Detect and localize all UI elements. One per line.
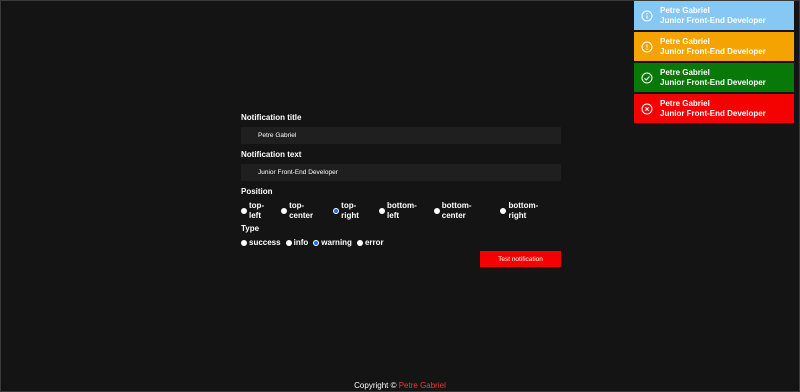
warning-icon [634, 41, 660, 53]
radio-dot[interactable] [241, 208, 247, 214]
type-label: Type [241, 224, 260, 233]
title-input[interactable]: Petre Gabriel [241, 127, 561, 144]
toast-title: Petre Gabriel [660, 98, 710, 108]
radio-top-right[interactable]: top-right [333, 201, 374, 221]
text-label: Notification text [241, 150, 302, 159]
radio-bottom-left[interactable]: bottom-left [379, 201, 429, 221]
position-radio-group: top-left top-center top-right bottom-lef… [241, 201, 561, 221]
type-radio-group: success info warning error [241, 238, 561, 248]
toast-title: Petre Gabriel [660, 67, 710, 77]
toast-text: Junior Front-End Developer [660, 15, 766, 25]
radio-dot[interactable] [241, 240, 247, 246]
text-input[interactable]: Junior Front-End Developer [241, 164, 561, 181]
radio-dot[interactable] [379, 208, 386, 214]
toast-error[interactable]: Petre Gabriel Junior Front-End Developer [634, 94, 794, 123]
author-link[interactable]: Petre Gabriel [399, 381, 446, 390]
footer: Copyright © Petre Gabriel [1, 381, 799, 390]
toast-warning[interactable]: Petre Gabriel Junior Front-End Developer [634, 32, 794, 61]
copyright-text: Copyright © [354, 381, 399, 390]
toast-info[interactable]: Petre Gabriel Junior Front-End Developer [634, 1, 794, 30]
notification-form: Notification title Petre Gabriel Notific… [241, 113, 561, 267]
toast-text: Junior Front-End Developer [660, 77, 766, 87]
position-label: Position [241, 187, 273, 196]
toast-text: Junior Front-End Developer [660, 108, 766, 118]
notification-stack: Petre Gabriel Junior Front-End Developer… [634, 1, 794, 125]
radio-dot-checked[interactable] [313, 240, 320, 246]
toast-success[interactable]: Petre Gabriel Junior Front-End Developer [634, 63, 794, 92]
radio-dot[interactable] [356, 240, 363, 246]
check-icon [634, 72, 660, 84]
radio-bottom-center[interactable]: bottom-center [433, 201, 496, 221]
radio-dot[interactable] [433, 208, 440, 214]
radio-top-center[interactable]: top-center [281, 201, 328, 221]
toast-text: Junior Front-End Developer [660, 46, 766, 56]
radio-info[interactable]: info [285, 238, 308, 248]
radio-dot[interactable] [285, 240, 292, 246]
info-icon [634, 10, 660, 22]
radio-dot[interactable] [281, 208, 288, 214]
test-notification-button[interactable]: Test notification [480, 251, 561, 267]
radio-bottom-right[interactable]: bottom-right [500, 201, 556, 221]
toast-title: Petre Gabriel [660, 5, 710, 15]
radio-dot-checked[interactable] [333, 208, 340, 214]
toast-title: Petre Gabriel [660, 36, 710, 46]
radio-top-left[interactable]: top-left [241, 201, 276, 221]
radio-dot[interactable] [500, 208, 507, 214]
radio-warning[interactable]: warning [313, 238, 352, 248]
title-label: Notification title [241, 113, 302, 122]
close-icon [634, 103, 660, 115]
radio-error[interactable]: error [356, 238, 384, 248]
radio-success[interactable]: success [241, 238, 281, 248]
